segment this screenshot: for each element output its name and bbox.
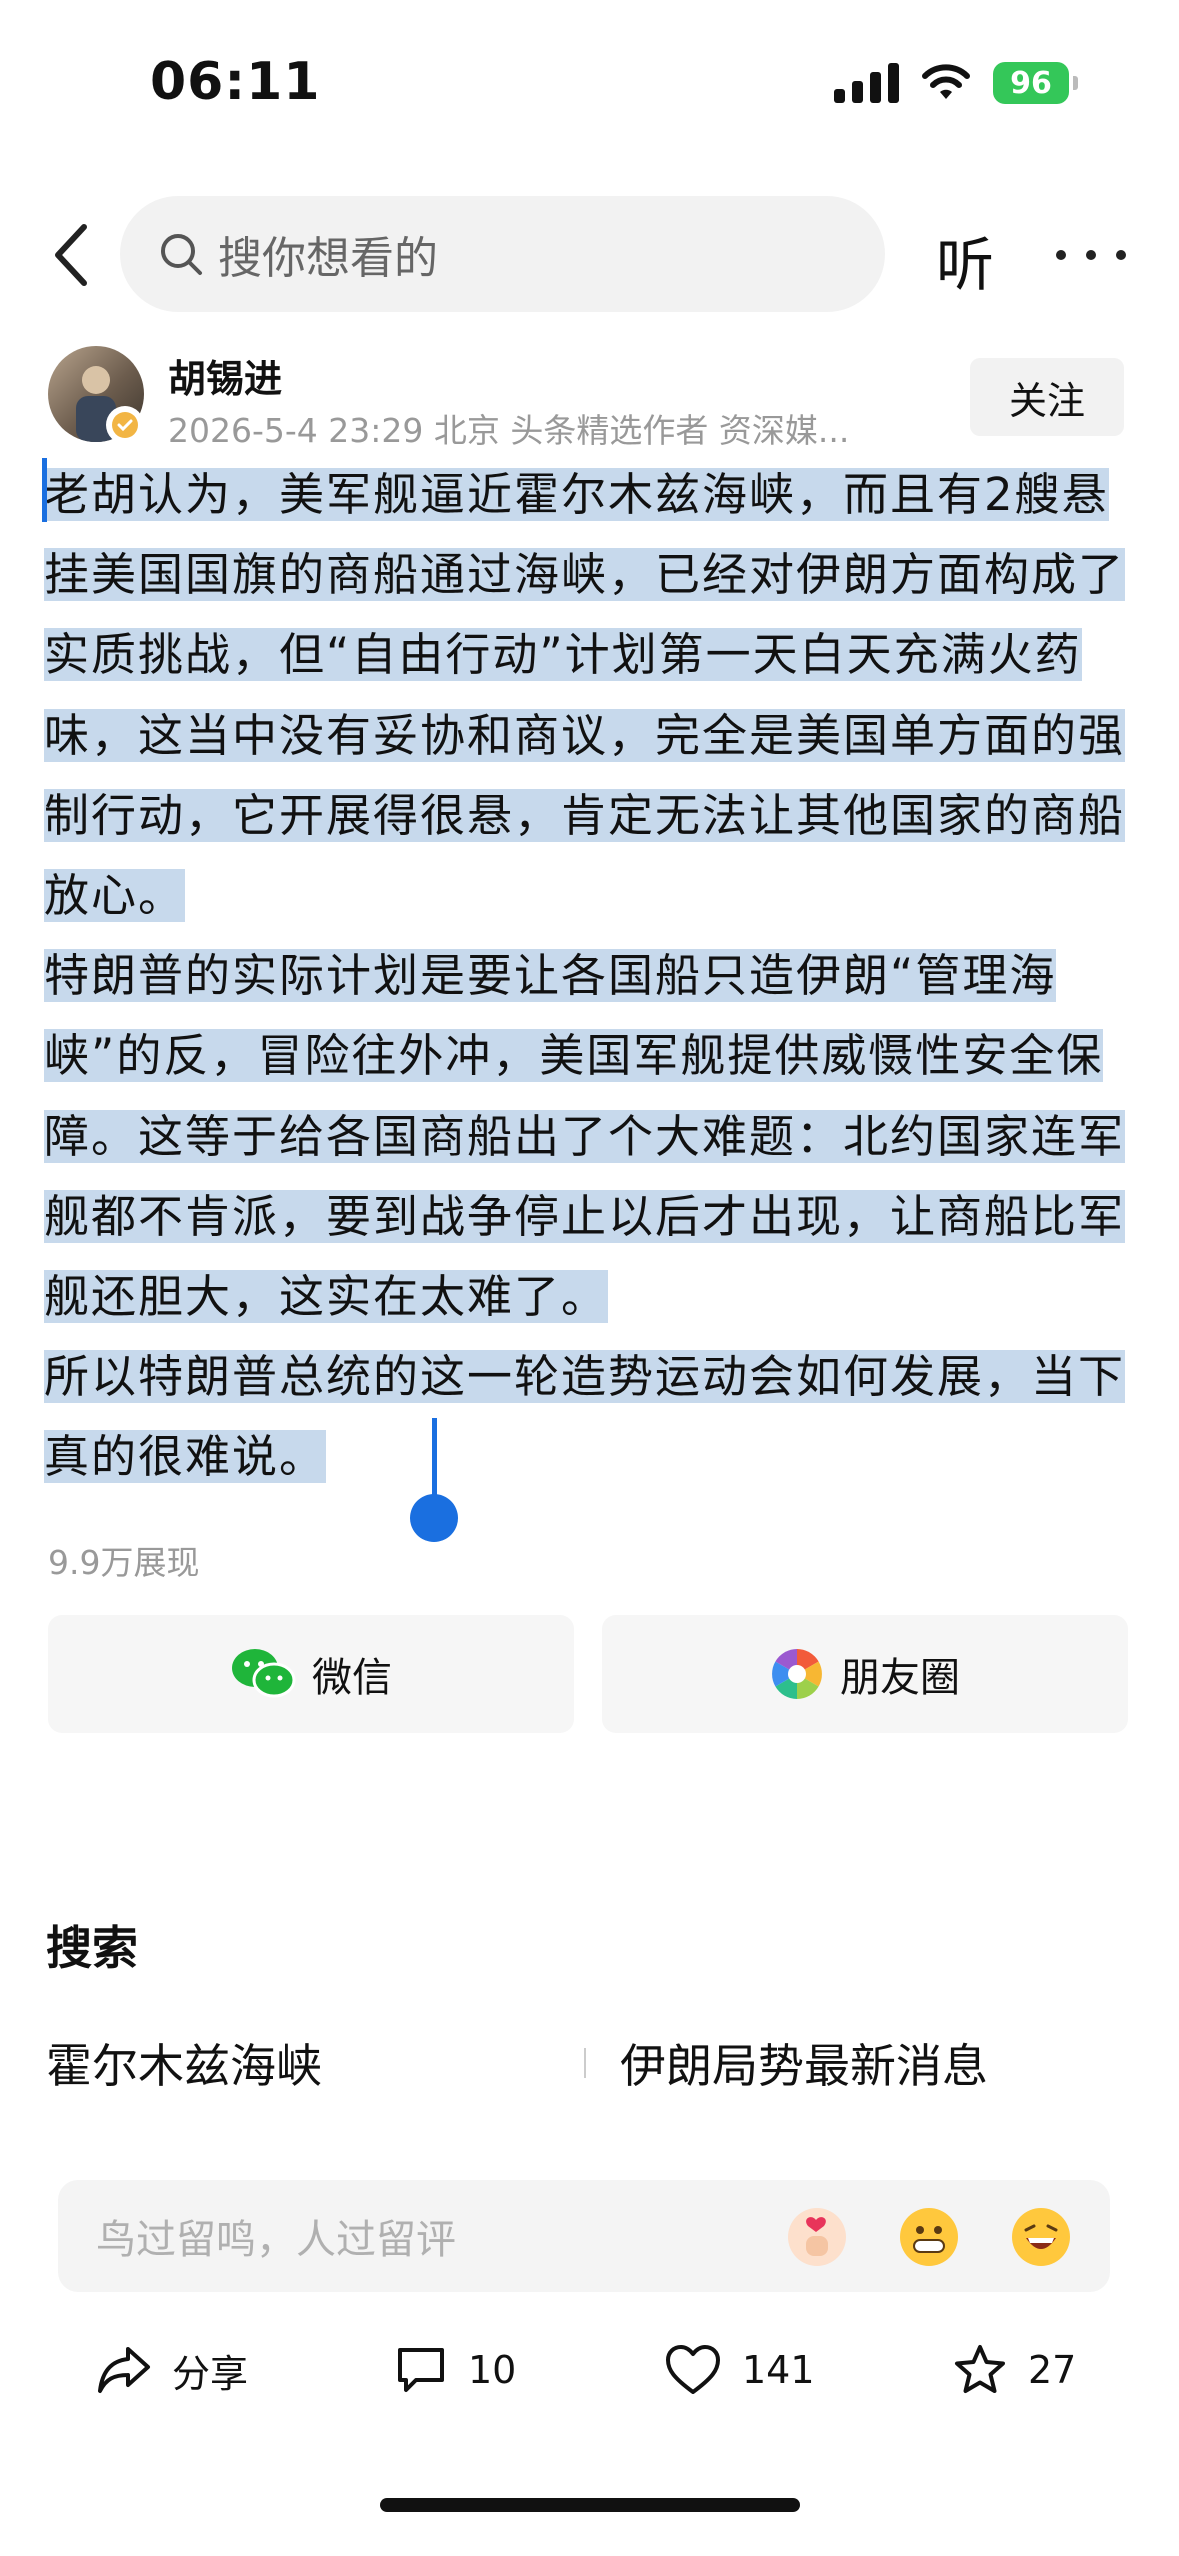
- comment-action-button[interactable]: 10: [394, 2335, 516, 2405]
- verified-badge-icon: [106, 406, 144, 444]
- article-body[interactable]: 老胡认为，美军舰逼近霍尔木兹海峡，而且有2艘悬挂美国国旗的商船通过海峡，已经对伊…: [44, 455, 1134, 1498]
- favorite-action-button[interactable]: 27: [952, 2335, 1076, 2405]
- share-moments-button[interactable]: 朋友圈: [602, 1615, 1128, 1733]
- more-options-button[interactable]: [1056, 220, 1126, 290]
- author-name[interactable]: 胡锡进: [168, 348, 282, 403]
- comment-placeholder: 鸟过留鸣，人过留评: [96, 2217, 456, 2263]
- selection-start-handle[interactable]: [42, 458, 47, 522]
- paragraph-text: 所以特朗普总统的这一轮造势运动会如何发展，当下真的很难说。: [44, 1350, 1126, 1484]
- article-paragraph: 老胡认为，美军舰逼近霍尔木兹海峡，而且有2艘悬挂美国国旗的商船通过海峡，已经对伊…: [44, 455, 1134, 936]
- battery-level: 96: [1010, 65, 1052, 101]
- heart-icon: [666, 2345, 720, 2394]
- moments-icon: [772, 1649, 822, 1699]
- grin-emoji-icon[interactable]: [900, 2208, 958, 2266]
- search-suggestion[interactable]: 霍尔木兹海峡: [46, 2030, 322, 2096]
- moments-label: 朋友圈: [840, 1655, 960, 1701]
- comment-count: 10: [468, 2348, 517, 2392]
- article-paragraph: 特朗普的实际计划是要让各国船只造伊朗“管理海峡”的反，冒险往外冲，美国军舰提供威…: [44, 936, 1134, 1337]
- search-section-title: 搜索: [46, 1921, 138, 1975]
- share-action-label: 分享: [172, 2351, 249, 2396]
- wechat-label: 微信: [312, 1655, 392, 1701]
- like-action-button[interactable]: 141: [664, 2335, 815, 2405]
- status-time: 06:11: [150, 52, 321, 112]
- article-paragraph: 所以特朗普总统的这一轮造势运动会如何发展，当下真的很难说。: [44, 1337, 1134, 1497]
- laugh-emoji-icon[interactable]: [1012, 2208, 1070, 2266]
- status-icons: 96: [834, 62, 1078, 104]
- search-suggestion[interactable]: 伊朗局势最新消息: [620, 2030, 988, 2096]
- listen-button[interactable]: 听: [936, 218, 994, 302]
- search-placeholder: 搜你想看的: [218, 233, 438, 284]
- search-icon: [161, 234, 202, 275]
- star-icon: [955, 2345, 1005, 2393]
- view-count: 9.9万展现: [48, 1543, 200, 1582]
- divider: [584, 2048, 586, 2078]
- paragraph-text: 特朗普的实际计划是要让各国船只造伊朗“管理海峡”的反，冒险往外冲，美国军舰提供威…: [44, 949, 1126, 1324]
- home-indicator[interactable]: [380, 2498, 800, 2512]
- paragraph-text: 老胡认为，美军舰逼近霍尔木兹海峡，而且有2艘悬挂美国国旗的商船通过海峡，已经对伊…: [44, 468, 1126, 923]
- wechat-icon: [232, 1649, 296, 1698]
- author-meta: 2026-5-4 23:29 北京 头条精选作者 资深媒...: [168, 411, 850, 450]
- cellular-signal-icon: [834, 63, 899, 103]
- follow-button[interactable]: 关注: [970, 358, 1124, 436]
- comment-icon: [398, 2348, 444, 2392]
- selection-end-handle[interactable]: [410, 1494, 458, 1542]
- search-bar[interactable]: 搜你想看的: [120, 196, 885, 312]
- selection-end-caret: [432, 1418, 437, 1496]
- finger-heart-emoji-icon[interactable]: [788, 2208, 846, 2266]
- more-dot-icon: [1116, 250, 1126, 260]
- share-action-button[interactable]: 分享: [96, 2335, 248, 2405]
- like-count: 141: [742, 2348, 815, 2392]
- battery-icon: 96: [993, 62, 1078, 104]
- chevron-left-icon: [55, 224, 87, 286]
- share-wechat-button[interactable]: 微信: [48, 1615, 574, 1733]
- more-dot-icon: [1056, 250, 1066, 260]
- more-dot-icon: [1086, 250, 1096, 260]
- favorite-count: 27: [1028, 2348, 1077, 2392]
- back-button[interactable]: [40, 210, 100, 300]
- share-arrow-icon: [98, 2347, 150, 2393]
- wifi-icon: [922, 64, 970, 99]
